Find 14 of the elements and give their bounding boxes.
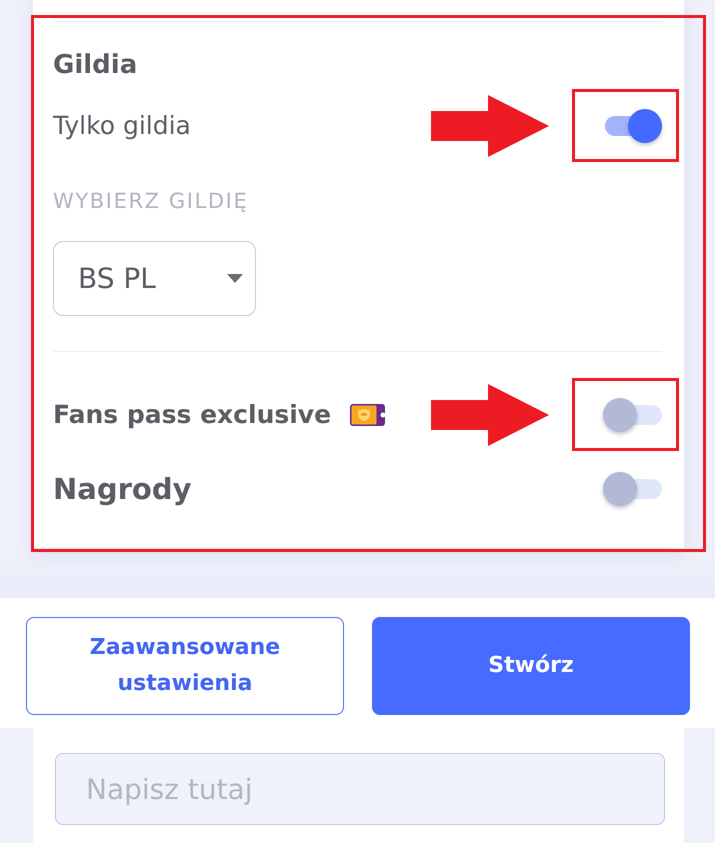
create-button[interactable]: Stwórz <box>372 617 690 715</box>
toggle-label: Fans pass exclusive <box>53 399 332 431</box>
toggle-switch[interactable] <box>603 472 662 506</box>
field-label: WYBIERZ GILDIĘ <box>53 188 248 214</box>
toggle-label: Nagrody <box>53 471 192 507</box>
caret-icon <box>227 274 243 283</box>
toggle-switch[interactable] <box>603 398 662 432</box>
section-title: Gildia <box>53 50 138 80</box>
toggle-switch[interactable] <box>603 109 662 143</box>
guild-dropdown[interactable]: BS PL <box>53 241 256 316</box>
message-input[interactable]: Napisz tutaj <box>55 753 665 825</box>
advanced-settings-button[interactable]: Zaawansowane ustawienia <box>26 617 344 715</box>
ticket-icon <box>350 404 386 426</box>
toggle-label: Tylko gildia <box>53 111 191 141</box>
